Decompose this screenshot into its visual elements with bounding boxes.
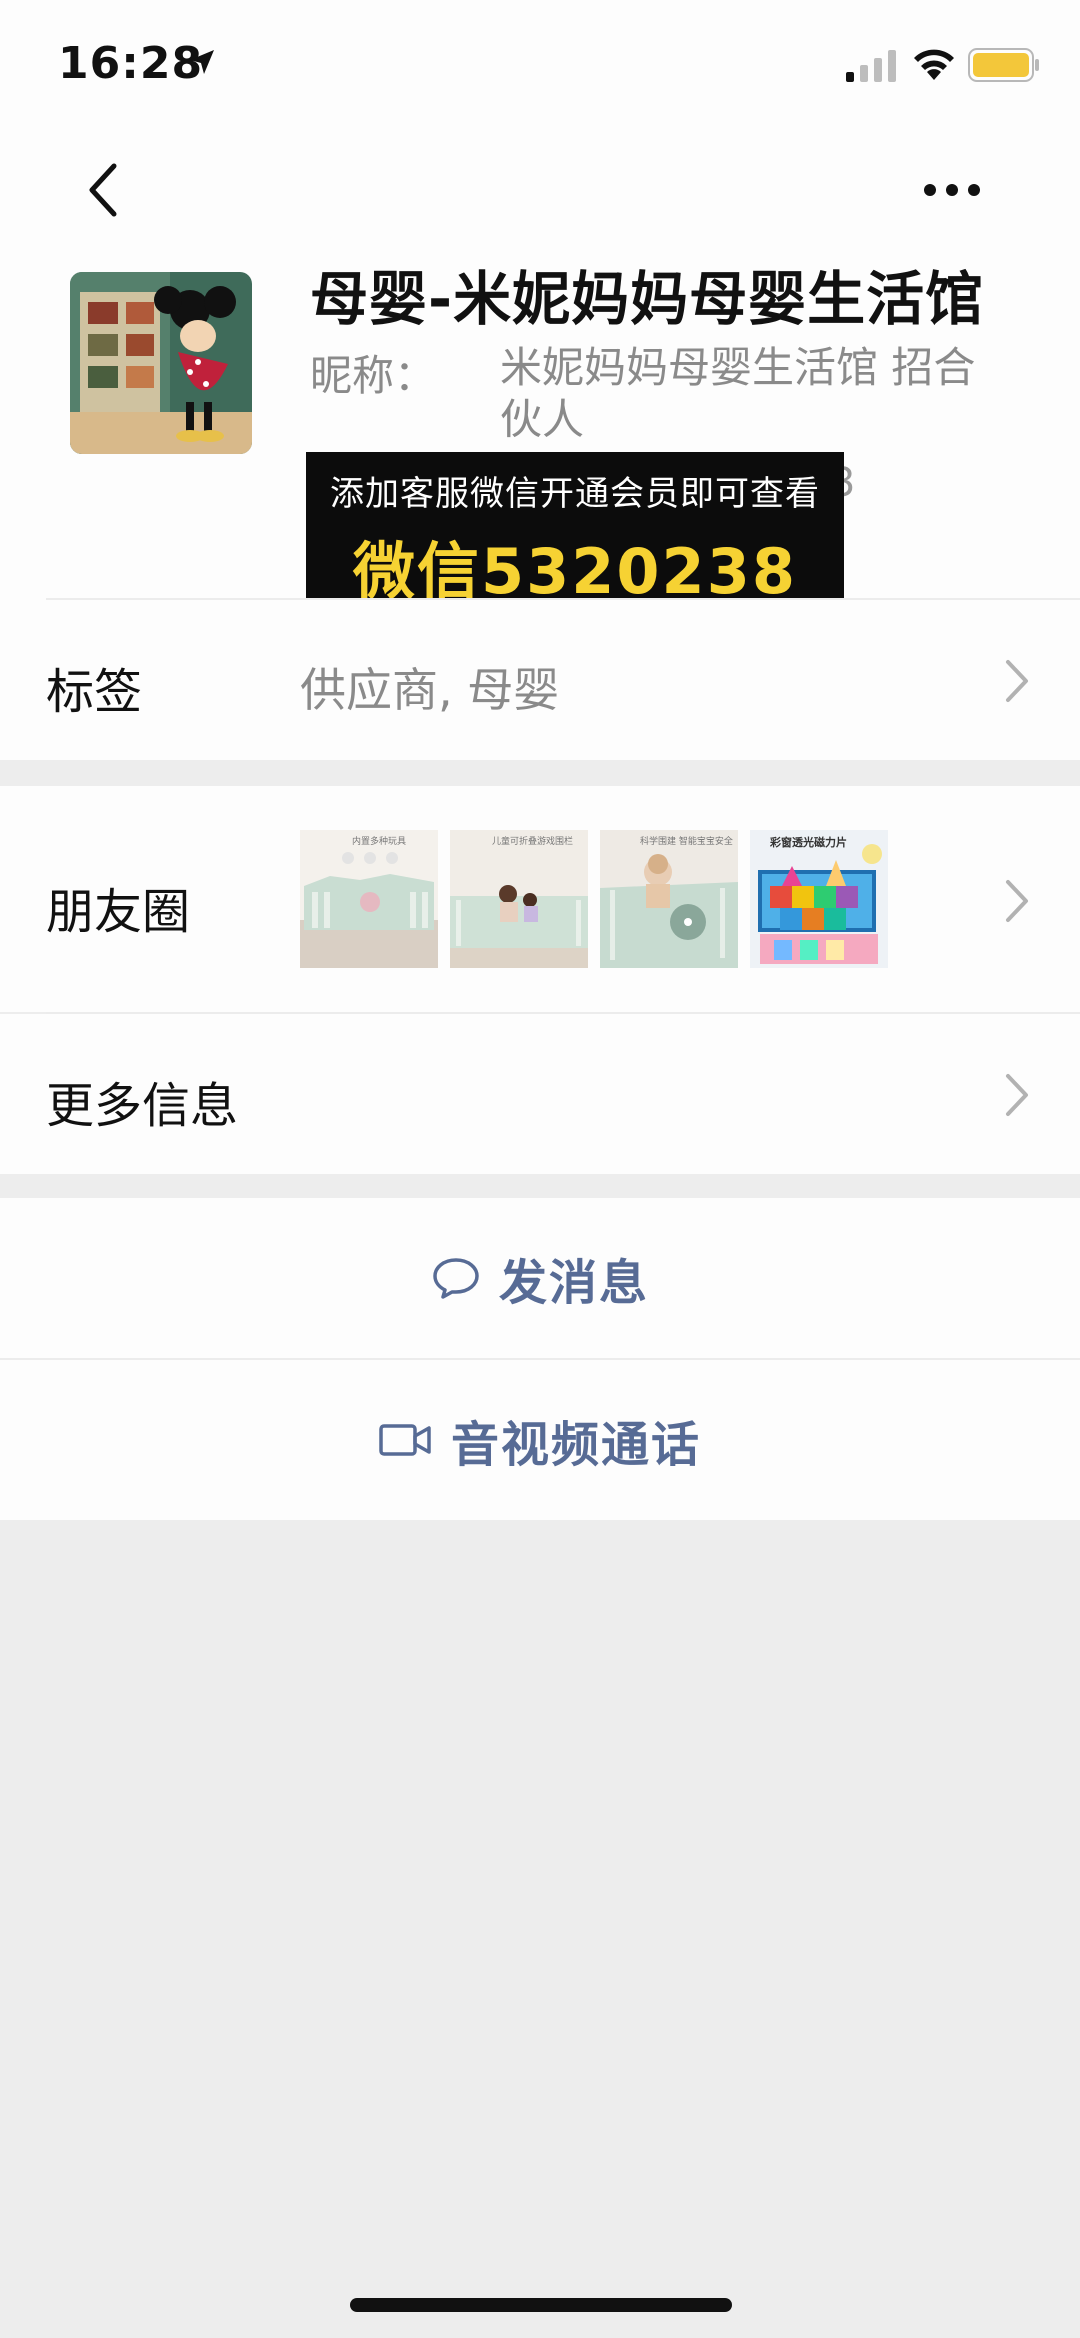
chat-bubble-icon bbox=[433, 1258, 479, 1299]
battery-icon bbox=[968, 48, 1039, 82]
thumbnail-image: 科学围建 智能宝宝安全 bbox=[600, 830, 738, 968]
tags-row[interactable]: 标签 供应商, 母婴 bbox=[0, 600, 1080, 760]
status-bar: 16:28 bbox=[0, 0, 1080, 130]
profile-name: 母婴-米妮妈妈母婴生活馆 bbox=[310, 265, 985, 333]
moments-thumbnail[interactable]: 彩窗透光磁力片 bbox=[750, 830, 888, 968]
location-arrow-icon bbox=[190, 50, 214, 74]
video-call-label: 音视频通话 bbox=[450, 1417, 701, 1473]
moments-thumbnail[interactable]: 内置多种玩具 bbox=[300, 830, 438, 968]
more-info-label: 更多信息 bbox=[46, 1078, 239, 1134]
thumbnail-image: 彩窗透光磁力片 bbox=[750, 830, 888, 968]
video-call-button[interactable]: 音视频通话 bbox=[0, 1360, 1080, 1520]
thumbnail-caption: 彩窗透光磁力片 bbox=[769, 835, 847, 849]
promo-overlay-line1: 添加客服微信开通会员即可查看 bbox=[330, 474, 820, 514]
send-message-button[interactable]: 发消息 bbox=[0, 1198, 1080, 1358]
home-indicator[interactable] bbox=[350, 2298, 732, 2312]
thumbnail-caption: 科学围建 智能宝宝安全 bbox=[640, 835, 733, 847]
thumbnail-caption: 内置多种玩具 bbox=[352, 835, 406, 847]
thumbnail-caption: 儿童可折叠游戏围栏 bbox=[492, 835, 573, 847]
avatar-image bbox=[70, 272, 252, 454]
chevron-left-icon[interactable] bbox=[84, 160, 124, 220]
status-time: 16:28 bbox=[58, 38, 204, 89]
chevron-right-icon bbox=[1006, 1074, 1028, 1116]
signal-icon bbox=[846, 50, 896, 82]
nickname-value: 米妮妈妈母婴生活馆 招合伙人 bbox=[500, 343, 976, 444]
send-message-label: 发消息 bbox=[498, 1255, 649, 1311]
wifi-icon bbox=[914, 49, 954, 80]
moments-label: 朋友圈 bbox=[46, 884, 191, 940]
avatar[interactable] bbox=[70, 272, 252, 454]
more-info-row[interactable]: 更多信息 bbox=[0, 1014, 1080, 1174]
thumbnail-image: 儿童可折叠游戏围栏 bbox=[450, 830, 588, 968]
chevron-right-icon bbox=[1006, 880, 1028, 922]
tags-value: 供应商, 母婴 bbox=[300, 663, 560, 717]
more-dots-icon[interactable] bbox=[922, 180, 982, 200]
tags-label: 标签 bbox=[46, 664, 143, 720]
nickname-label: 昵称： bbox=[310, 351, 437, 400]
moments-thumbnail[interactable]: 科学围建 智能宝宝安全 bbox=[600, 830, 738, 968]
video-camera-icon bbox=[379, 1424, 431, 1456]
thumbnail-image: 内置多种玩具 bbox=[300, 830, 438, 968]
chevron-right-icon bbox=[1006, 660, 1028, 702]
moments-thumbnail[interactable]: 儿童可折叠游戏围栏 bbox=[450, 830, 588, 968]
promo-overlay: 添加客服微信开通会员即可查看 微信5320238 bbox=[306, 452, 844, 608]
